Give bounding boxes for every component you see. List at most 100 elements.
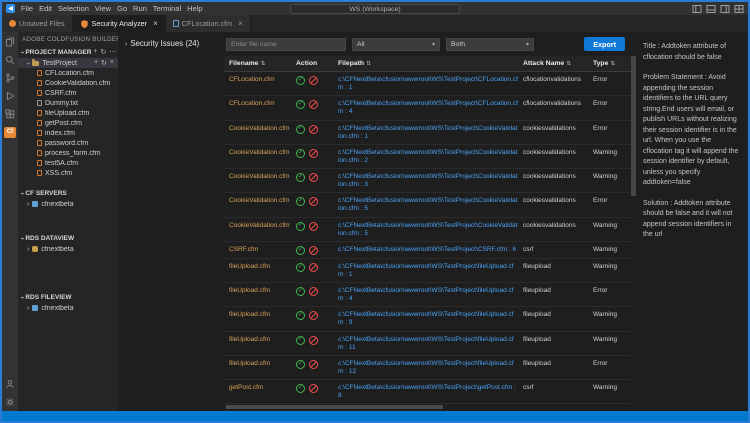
sort-icon[interactable]: ⇅ — [566, 61, 571, 67]
approve-issue-icon[interactable] — [296, 246, 305, 255]
col-filename[interactable]: Filename⇅ — [224, 60, 296, 67]
block-issue-icon[interactable] — [309, 222, 318, 231]
section-cf-servers[interactable]: › CF SERVERS — [18, 188, 118, 199]
menu-run[interactable]: Run — [130, 4, 150, 13]
block-issue-icon[interactable] — [309, 384, 318, 393]
scrollbar-thumb[interactable] — [226, 405, 443, 409]
issue-filepath-link[interactable]: c:\CFNextBeta\cfusion\wwwroot\WS\TestPro… — [338, 173, 523, 189]
customize-layout-icon[interactable] — [734, 4, 744, 14]
approve-issue-icon[interactable] — [296, 173, 305, 182]
refresh-project-icon[interactable]: ↻ — [101, 59, 107, 67]
refresh-projects-icon[interactable]: ↻ — [101, 48, 107, 56]
toggle-sidebar-icon[interactable] — [692, 4, 702, 14]
menu-go[interactable]: Go — [114, 4, 130, 13]
block-issue-icon[interactable] — [309, 173, 318, 182]
tree-item-file[interactable]: process_form.cfm — [18, 148, 118, 158]
close-tab-icon[interactable]: × — [238, 19, 243, 28]
block-issue-icon[interactable] — [309, 100, 318, 109]
issue-row[interactable]: CookieValidation.cfmc:\CFNextBeta\cfusio… — [224, 121, 631, 145]
explorer-icon[interactable] — [3, 36, 17, 48]
block-issue-icon[interactable] — [309, 125, 318, 134]
issue-filepath-link[interactable]: c:\CFNextBeta\cfusion\wwwroot\WS\TestPro… — [338, 311, 523, 327]
approve-issue-icon[interactable] — [296, 287, 305, 296]
issue-filepath-link[interactable]: c:\CFNextBeta\cfusion\wwwroot\WS\TestPro… — [338, 222, 523, 238]
issue-filepath-link[interactable]: c:\CFNextBeta\cfusion\wwwroot\WS\TestPro… — [338, 100, 523, 116]
approve-issue-icon[interactable] — [296, 197, 305, 206]
block-issue-icon[interactable] — [309, 149, 318, 158]
block-issue-icon[interactable] — [309, 311, 318, 320]
issue-filepath-link[interactable]: c:\CFNextBeta\cfusion\wwwroot\WS\TestPro… — [338, 76, 523, 92]
section-rds-fileview[interactable]: › RDS FILEVIEW — [18, 292, 118, 303]
issue-row[interactable]: CookieValidation.cfmc:\CFNextBeta\cfusio… — [224, 169, 631, 193]
approve-issue-icon[interactable] — [296, 384, 305, 393]
menu-help[interactable]: Help — [184, 4, 205, 13]
approve-issue-icon[interactable] — [296, 263, 305, 272]
file-name-filter-input[interactable] — [226, 38, 346, 51]
issue-filepath-link[interactable]: c:\CFNextBeta\cfusion\wwwroot\WS\TestPro… — [338, 287, 523, 303]
menu-terminal[interactable]: Terminal — [150, 4, 184, 13]
approve-issue-icon[interactable] — [296, 222, 305, 231]
approve-issue-icon[interactable] — [296, 311, 305, 320]
issue-filepath-link[interactable]: c:\CFNextBeta\cfusion\wwwroot\WS\TestPro… — [338, 263, 523, 279]
tab-unsaved-files[interactable]: Unsaved Files — [2, 15, 73, 32]
issue-row[interactable]: fileUpload.cfmc:\CFNextBeta\cfusion\wwwr… — [224, 356, 631, 380]
tree-item-fileview[interactable]: › cfnextbeta — [18, 303, 118, 313]
approve-issue-icon[interactable] — [296, 100, 305, 109]
source-control-icon[interactable] — [3, 72, 17, 84]
account-icon[interactable] — [3, 378, 17, 390]
issue-filepath-link[interactable]: c:\CFNextBeta\cfusion\wwwroot\WS\TestPro… — [338, 336, 523, 352]
tree-item-file[interactable]: CookieValidation.cfm — [18, 78, 118, 88]
issue-row[interactable]: fileUpload.cfmc:\CFNextBeta\cfusion\wwwr… — [224, 307, 631, 331]
search-icon[interactable] — [3, 54, 17, 66]
sort-icon[interactable]: ⇅ — [260, 61, 265, 67]
approve-issue-icon[interactable] — [296, 149, 305, 158]
security-issues-panel-header[interactable]: › Security Issues (24) — [118, 32, 224, 411]
tree-item-file[interactable]: CSRF.cfm — [18, 88, 118, 98]
issue-row[interactable]: fileUpload.cfmc:\CFNextBeta\cfusion\wwwr… — [224, 283, 631, 307]
vertical-scrollbar[interactable] — [631, 32, 636, 411]
issue-filepath-link[interactable]: c:\CFNextBeta\cfusion\wwwroot\WS\TestPro… — [338, 197, 523, 213]
toggle-secondary-sidebar-icon[interactable] — [720, 4, 730, 14]
col-filepath[interactable]: Filepath⇅ — [338, 60, 523, 67]
tree-item-file[interactable]: Dummy.txt — [18, 98, 118, 108]
block-issue-icon[interactable] — [309, 197, 318, 206]
tree-item-server[interactable]: › cfnextbeta — [18, 199, 118, 209]
menu-view[interactable]: View — [92, 4, 114, 13]
tree-item-datasource[interactable]: › cfnextbeta — [18, 244, 118, 254]
issue-row[interactable]: CSRF.cfmc:\CFNextBeta\cfusion\wwwroot\WS… — [224, 242, 631, 259]
section-rds-dataview[interactable]: › RDS DATAVIEW — [18, 233, 118, 244]
sort-icon[interactable]: ⇅ — [610, 61, 615, 67]
block-issue-icon[interactable] — [309, 336, 318, 345]
extensions-icon[interactable] — [3, 108, 17, 120]
issue-row[interactable]: CFLocation.cfmc:\CFNextBeta\cfusion\wwwr… — [224, 72, 631, 96]
remove-project-icon[interactable]: × — [110, 59, 114, 67]
tab-cflocation[interactable]: CFLocation.cfm × — [166, 15, 251, 32]
issue-row[interactable]: CFLocation.cfmc:\CFNextBeta\cfusion\wwwr… — [224, 96, 631, 120]
status-bar[interactable] — [2, 411, 748, 421]
issue-row[interactable]: getPost.cfmc:\CFNextBeta\cfusion\wwwroot… — [224, 380, 631, 404]
command-center[interactable]: WS (Workspace) — [290, 4, 460, 14]
issue-row[interactable]: CookieValidation.cfmc:\CFNextBeta\cfusio… — [224, 218, 631, 242]
issue-filepath-link[interactable]: c:\CFNextBeta\cfusion\wwwroot\WS\TestPro… — [338, 360, 523, 376]
block-issue-icon[interactable] — [309, 76, 318, 85]
toggle-panel-icon[interactable] — [706, 4, 716, 14]
tree-item-file[interactable]: index.cfm — [18, 128, 118, 138]
block-issue-icon[interactable] — [309, 287, 318, 296]
more-actions-icon[interactable]: ⋯ — [109, 48, 116, 56]
block-issue-icon[interactable] — [309, 263, 318, 272]
col-attack-name[interactable]: Attack Name⇅ — [523, 60, 593, 67]
export-button[interactable]: Export — [584, 37, 625, 51]
settings-gear-icon[interactable] — [3, 396, 17, 408]
approve-issue-icon[interactable] — [296, 336, 305, 345]
block-issue-icon[interactable] — [309, 246, 318, 255]
menu-edit[interactable]: Edit — [36, 4, 55, 13]
tree-item-file[interactable]: XSS.cfm — [18, 168, 118, 178]
menu-selection[interactable]: Selection — [55, 4, 92, 13]
tree-item-file[interactable]: getPost.cfm — [18, 118, 118, 128]
scrollbar-thumb[interactable] — [631, 56, 636, 196]
tree-item-project[interactable]: › TestProject + ↻ × — [18, 58, 118, 68]
issue-filepath-link[interactable]: c:\CFNextBeta\cfusion\wwwroot\WS\TestPro… — [338, 246, 523, 254]
vscode-logo-icon[interactable] — [6, 4, 15, 13]
tree-item-file[interactable]: CFLocation.cfm — [18, 68, 118, 78]
tab-security-analyzer[interactable]: Security Analyzer × — [73, 15, 166, 32]
